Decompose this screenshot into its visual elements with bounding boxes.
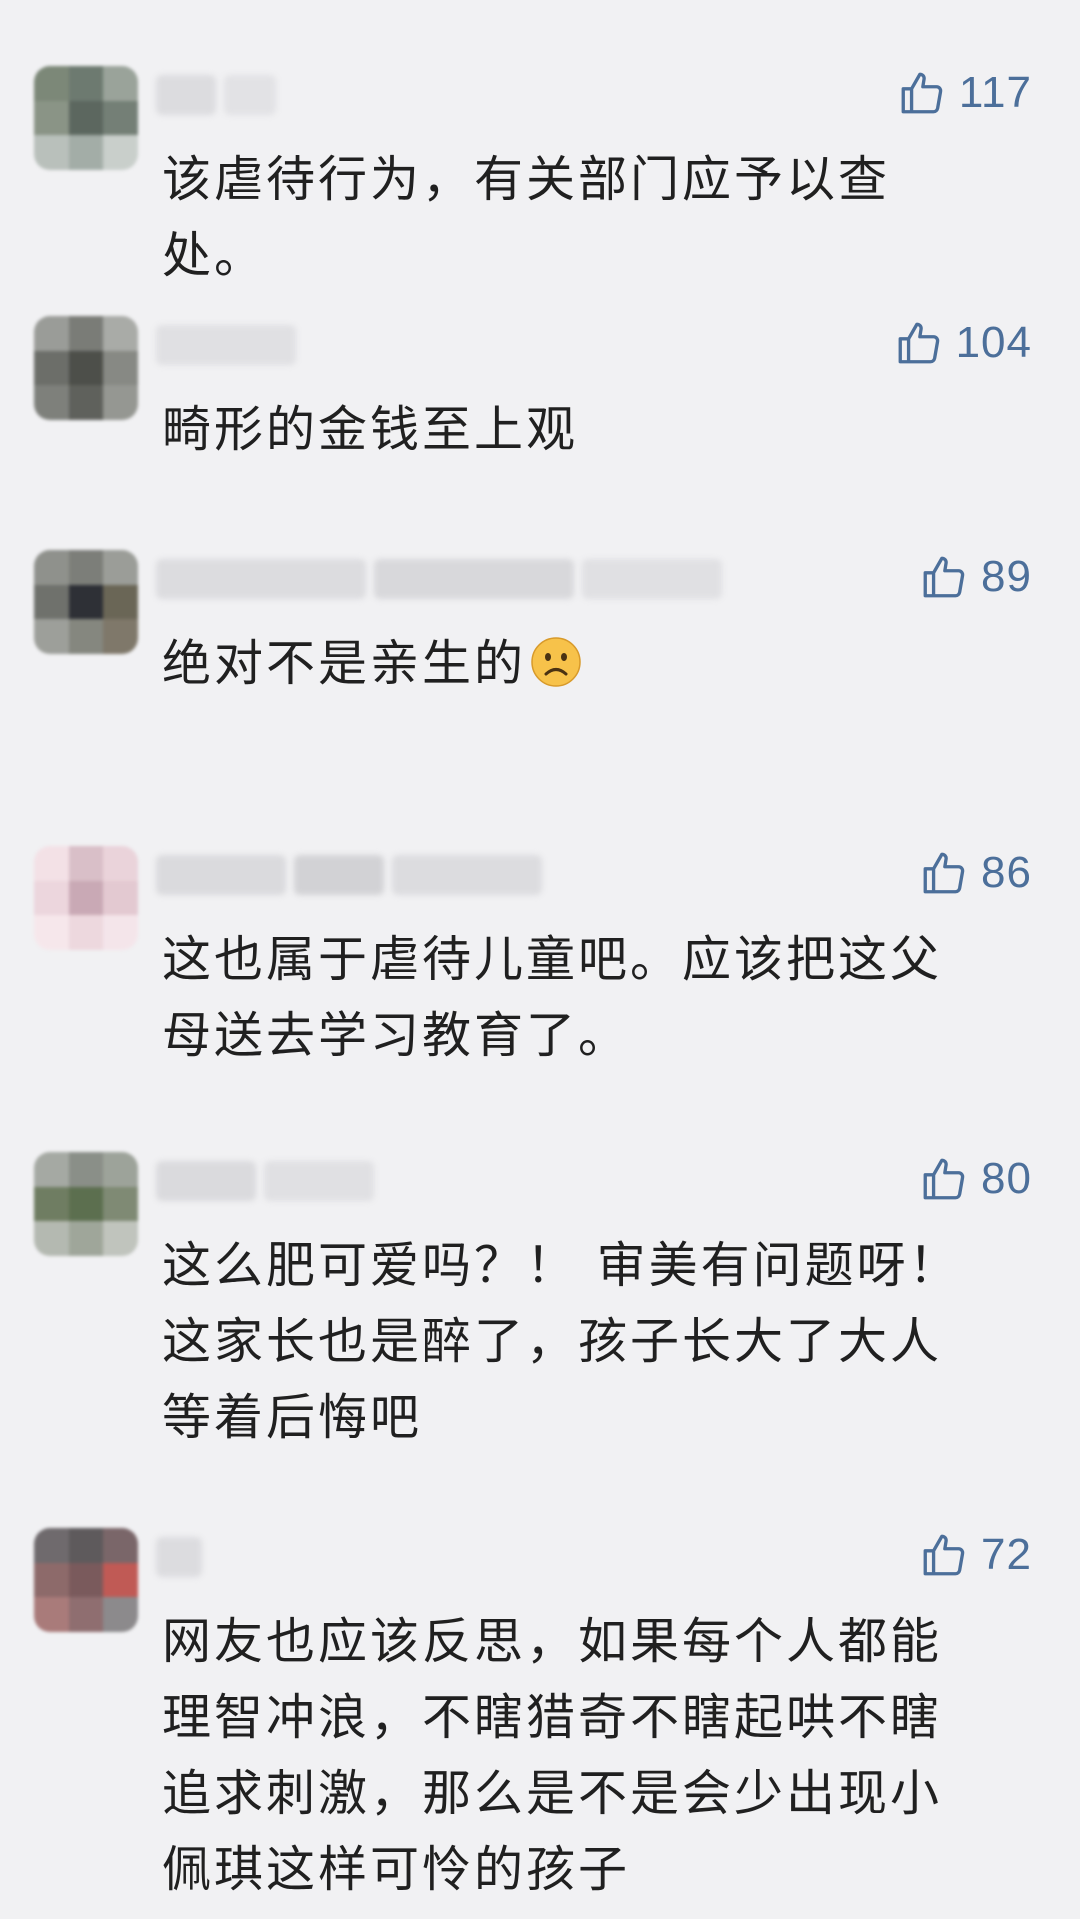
avatar[interactable] — [34, 1152, 138, 1256]
like-count: 89 — [981, 552, 1032, 601]
comment-text: 绝对不是亲生的 — [162, 626, 1022, 702]
thumbs-up-icon — [901, 72, 943, 114]
sad-face-emoji — [531, 637, 581, 687]
username[interactable] — [156, 1158, 374, 1204]
like-count: 86 — [981, 848, 1032, 897]
username[interactable] — [156, 322, 296, 368]
comment-text: 该虐待行为，有关部门应予以查 处。 — [162, 151, 891, 284]
thumbs-up-icon — [923, 556, 965, 598]
thumbs-up-icon — [923, 1158, 965, 1200]
username[interactable] — [156, 1534, 202, 1580]
avatar[interactable] — [34, 550, 138, 654]
username[interactable] — [156, 852, 542, 898]
avatar[interactable] — [34, 66, 138, 170]
like-count: 117 — [958, 68, 1032, 117]
like-count: 80 — [981, 1154, 1032, 1203]
like-button[interactable]: 89 — [919, 552, 1032, 602]
like-button[interactable]: 104 — [894, 318, 1032, 368]
username[interactable] — [156, 556, 722, 602]
like-button[interactable]: 86 — [919, 848, 1032, 898]
thumbs-up-icon — [923, 852, 965, 894]
comment-text: 网友也应该反思，如果每个人都能 理智冲浪，不瞎猎奇不瞎起哄不瞎 追求刺激，那么是… — [162, 1613, 943, 1898]
like-button[interactable]: 117 — [897, 68, 1032, 118]
like-button[interactable]: 72 — [919, 1530, 1032, 1580]
comment-text: 这也属于虐待儿童吧。应该把这父 母送去学习教育了。 — [162, 931, 943, 1064]
comment-list: 117 该虐待行为，有关部门应予以查 处。 104 畸形的金钱至上观 89 绝对… — [0, 0, 1080, 1919]
username[interactable] — [156, 72, 276, 118]
avatar[interactable] — [34, 1528, 138, 1632]
avatar[interactable] — [34, 316, 138, 420]
thumbs-up-icon — [898, 322, 939, 364]
comment-text: 这么肥可爱吗？！ 审美有问题呀！ 这家长也是醉了，孩子长大了大人 等着后悔吧 — [162, 1237, 961, 1446]
thumbs-up-icon — [923, 1534, 965, 1576]
comment-text: 畸形的金钱至上观 — [162, 401, 579, 458]
avatar[interactable] — [34, 846, 138, 950]
like-button[interactable]: 80 — [919, 1154, 1032, 1204]
like-count: 104 — [955, 318, 1032, 367]
like-count: 72 — [981, 1530, 1032, 1579]
